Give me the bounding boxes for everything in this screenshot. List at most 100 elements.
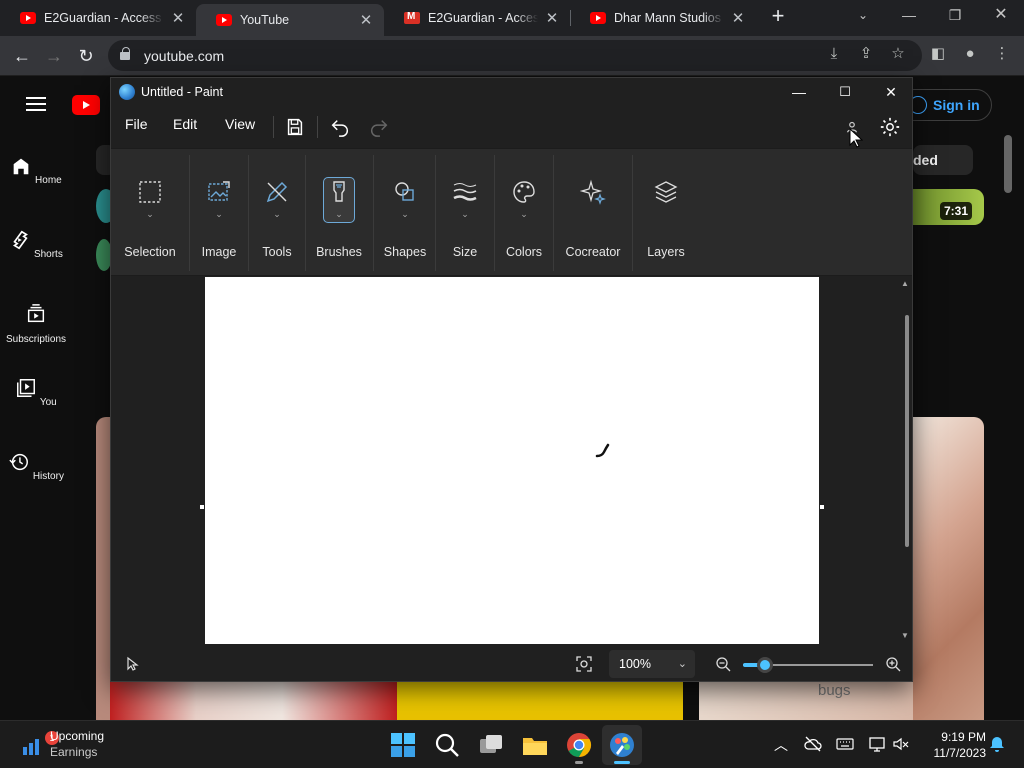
thumbnail[interactable] xyxy=(96,417,110,720)
close-icon[interactable]: ✕ xyxy=(170,9,186,27)
zoom-in-icon[interactable] xyxy=(885,656,901,672)
widgets-button[interactable]: 1 Upcoming Earnings xyxy=(14,725,124,765)
canvas-resize-handle[interactable] xyxy=(820,505,824,509)
tab-title: E2Guardian - Access D xyxy=(428,11,538,25)
file-explorer-icon[interactable] xyxy=(521,731,549,759)
ribbon-colors[interactable]: ⌄ Colors xyxy=(495,149,553,277)
browser-tab[interactable]: Dhar Mann Studios - Y ✕ xyxy=(570,4,756,32)
tools-pencil-icon xyxy=(266,181,288,203)
browser-tab[interactable]: E2Guardian - Access D ✕ xyxy=(0,4,196,32)
close-button[interactable]: ✕ xyxy=(868,78,914,108)
zoom-level-dropdown[interactable]: 100% ⌄ xyxy=(609,650,695,678)
bookmark-star-icon[interactable]: ☆ xyxy=(888,44,908,64)
image-icon xyxy=(208,181,230,201)
search-icon[interactable] xyxy=(433,731,461,759)
ribbon-size[interactable]: ⌄ Size xyxy=(437,149,493,277)
task-view-icon[interactable] xyxy=(477,731,505,759)
settings-gear-icon[interactable] xyxy=(879,116,901,138)
menu-separator xyxy=(317,116,318,138)
thumbnail-text: bugs xyxy=(818,682,851,699)
browser-tab-active[interactable]: YouTube ✕ xyxy=(196,4,384,36)
scroll-down-arrow-icon[interactable]: ▼ xyxy=(901,631,909,640)
menu-view[interactable]: View xyxy=(225,116,255,132)
new-tab-button[interactable]: + xyxy=(766,4,790,30)
ribbon-label: Image xyxy=(201,245,237,259)
sidebar-item-shorts[interactable]: Shorts xyxy=(0,229,72,260)
sidebar-item-subscriptions[interactable]: Subscriptions xyxy=(0,303,72,345)
cocreator-sparkle-icon xyxy=(580,179,606,205)
chevron-down-icon: ⌄ xyxy=(146,209,154,219)
cloud-offline-icon[interactable] xyxy=(804,735,822,753)
reload-button[interactable]: ↻ xyxy=(72,42,100,70)
close-icon[interactable]: ✕ xyxy=(358,11,374,29)
scroll-up-arrow-icon[interactable]: ▲ xyxy=(901,279,909,288)
filter-chip[interactable]: ded xyxy=(913,145,973,175)
ribbon-cocreator[interactable]: Cocreator xyxy=(555,149,631,277)
video-thumbnail[interactable] xyxy=(699,682,913,720)
menu-edit[interactable]: Edit xyxy=(173,116,197,132)
network-icon[interactable] xyxy=(868,735,886,753)
ribbon-brushes[interactable]: ⌄ Brushes xyxy=(307,149,371,277)
sidebar-item-home[interactable]: Home xyxy=(0,155,72,186)
youtube-icon xyxy=(216,14,232,26)
paint-title-bar[interactable]: Untitled - Paint — ☐ ✕ xyxy=(111,78,912,108)
install-app-icon[interactable]: ⤓ xyxy=(824,44,844,64)
keyboard-icon[interactable] xyxy=(836,736,854,752)
zoom-out-icon[interactable] xyxy=(715,656,731,672)
ribbon-label: Size xyxy=(452,245,478,259)
ribbon-label: Brushes xyxy=(316,245,362,259)
share-icon[interactable]: ⇪ xyxy=(856,44,876,64)
canvas-resize-handle[interactable] xyxy=(200,505,204,509)
close-window-button[interactable]: ✕ xyxy=(978,0,1024,34)
notification-bell-icon[interactable] xyxy=(988,735,1006,753)
ribbon-tools[interactable]: ⌄ Tools xyxy=(249,149,305,277)
maximize-button[interactable]: ☐ xyxy=(822,78,868,108)
ribbon-image[interactable]: ⌄ Image xyxy=(191,149,247,277)
sidebar-item-label: Shorts xyxy=(33,249,63,260)
volume-muted-icon[interactable] xyxy=(892,735,910,753)
scrollbar-thumb[interactable] xyxy=(905,315,909,547)
restore-button[interactable]: ❐ xyxy=(932,0,978,34)
zoom-slider-thumb[interactable] xyxy=(757,657,774,673)
drawing-canvas[interactable] xyxy=(205,277,819,644)
close-icon[interactable]: ✕ xyxy=(730,9,746,27)
ribbon-shapes[interactable]: ⌄ Shapes xyxy=(375,149,435,277)
menu-file[interactable]: File xyxy=(125,116,148,132)
browser-tab[interactable]: E2Guardian - Access D ✕ xyxy=(384,4,570,32)
tab-search-chevron-icon[interactable]: ⌄ xyxy=(840,0,886,34)
paint-app-icon[interactable] xyxy=(608,731,636,759)
back-button[interactable]: ← xyxy=(8,42,36,70)
menu-icon[interactable] xyxy=(26,97,46,111)
paint-status-bar: 100% ⌄ xyxy=(111,648,912,681)
side-panel-icon[interactable]: ◧ xyxy=(928,44,948,64)
palette-icon xyxy=(513,181,535,203)
more-menu-icon[interactable]: ⋮ xyxy=(992,44,1012,64)
show-hidden-icons-chevron-icon[interactable]: ︿ xyxy=(774,735,788,755)
minimize-button[interactable]: — xyxy=(886,0,932,34)
video-thumbnail[interactable] xyxy=(110,682,397,720)
profile-icon[interactable]: ● xyxy=(960,44,980,64)
redo-icon[interactable] xyxy=(368,116,390,138)
sign-in-label: Sign in xyxy=(933,97,980,113)
fit-to-window-icon[interactable] xyxy=(575,655,593,673)
windows-start-icon[interactable] xyxy=(389,731,417,759)
page-scrollbar[interactable] xyxy=(1004,135,1012,193)
address-bar[interactable]: youtube.com xyxy=(108,40,922,71)
sidebar-item-history[interactable]: History xyxy=(0,451,72,482)
forward-button[interactable]: → xyxy=(40,42,68,70)
close-icon[interactable]: ✕ xyxy=(544,9,560,27)
video-thumbnail[interactable] xyxy=(913,417,984,720)
youtube-logo-icon[interactable] xyxy=(72,95,100,115)
tab-title: Dhar Mann Studios - Y xyxy=(614,11,724,25)
chevron-down-icon: ⌄ xyxy=(520,209,528,219)
save-icon[interactable] xyxy=(284,116,306,138)
ribbon-selection[interactable]: ⌄ Selection xyxy=(111,149,189,277)
undo-icon[interactable] xyxy=(329,116,351,138)
system-clock[interactable]: 9:19 PM 11/7/2023 xyxy=(922,729,987,761)
sidebar-item-you[interactable]: You xyxy=(0,377,72,408)
video-thumbnail[interactable] xyxy=(397,682,683,720)
minimize-button[interactable]: — xyxy=(776,78,822,108)
chrome-icon[interactable] xyxy=(565,731,593,759)
ribbon-layers[interactable]: Layers xyxy=(633,149,699,277)
clock-time: 9:19 PM xyxy=(941,730,986,744)
